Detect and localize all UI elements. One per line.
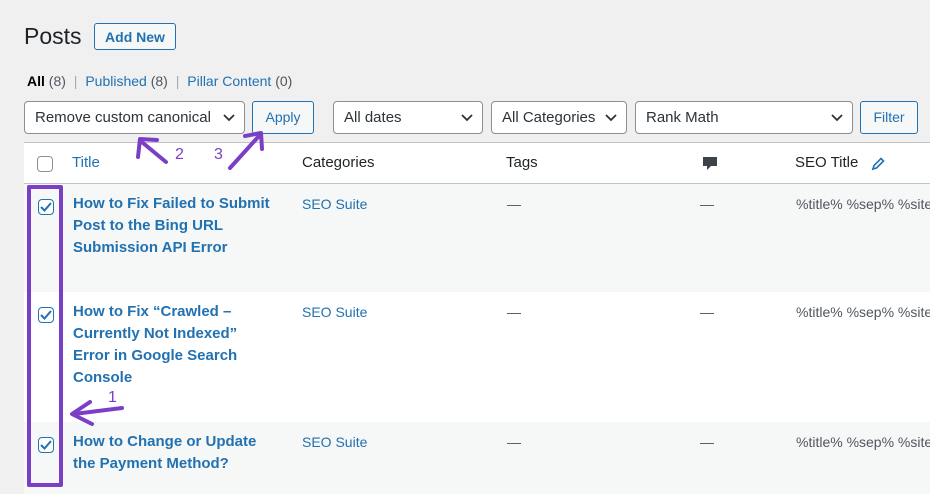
annotation-arrows	[70, 131, 264, 426]
arrow-2-shaft	[141, 141, 168, 164]
arrow-3-shaft	[228, 134, 261, 170]
